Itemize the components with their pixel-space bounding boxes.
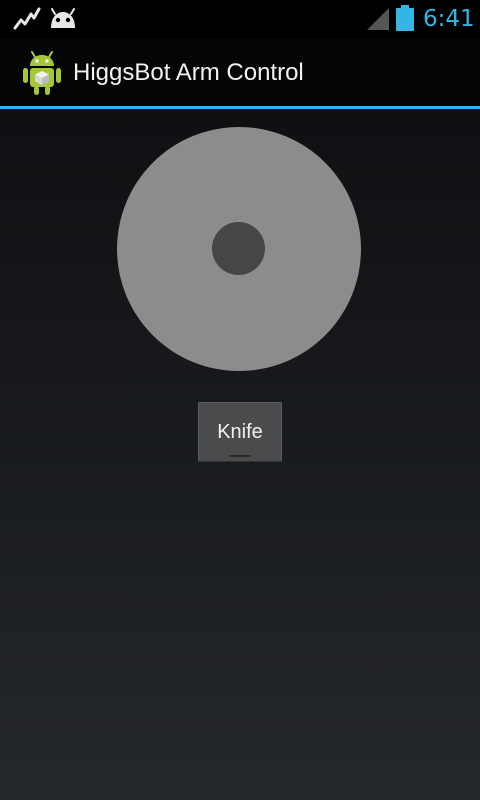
knife-toggle-button[interactable]: Knife <box>198 402 282 462</box>
android-app-icon[interactable] <box>22 51 62 95</box>
status-bar: 6:41 <box>0 0 480 38</box>
cell-signal-icon <box>367 8 389 30</box>
app-screen: 6:41 HiggsBot Arm Control Knife <box>0 0 480 800</box>
joystick-knob[interactable] <box>212 222 265 275</box>
action-bar-divider <box>0 106 480 109</box>
action-bar: HiggsBot Arm Control <box>0 38 480 106</box>
app-title: HiggsBot Arm Control <box>73 59 304 86</box>
activity-notification-icon <box>13 7 41 30</box>
toggle-indicator <box>229 455 251 457</box>
status-clock: 6:41 <box>423 6 475 32</box>
battery-icon <box>396 5 414 31</box>
android-debug-icon <box>51 8 75 28</box>
